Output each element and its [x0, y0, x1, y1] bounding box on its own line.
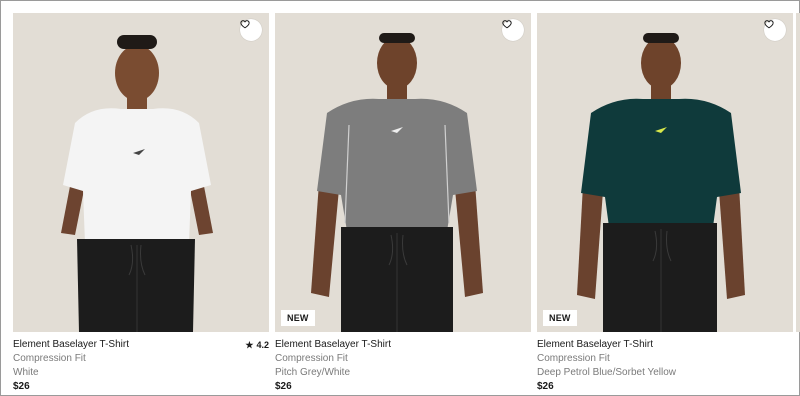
product-name[interactable]: Element Baselayer T-Shirt	[537, 338, 793, 352]
product-card[interactable]: NEW Element Baselayer T-Shirt Compressio…	[275, 13, 531, 394]
next-product-image-peek	[796, 13, 800, 332]
new-badge: NEW	[543, 310, 577, 326]
product-fit: Compression Fit	[275, 353, 348, 364]
product-rating: ★ 4.2	[245, 338, 269, 352]
product-name[interactable]: Element Baselayer T-Shirt	[13, 338, 269, 352]
product-image[interactable]: NEW	[537, 13, 793, 332]
wishlist-button[interactable]	[764, 19, 786, 41]
new-badge: NEW	[281, 310, 315, 326]
product-color: Deep Petrol Blue/Sorbet Yellow	[537, 367, 676, 378]
product-price: $26	[275, 381, 292, 392]
product-image[interactable]	[13, 13, 269, 332]
product-fit: Compression Fit	[13, 353, 86, 364]
rating-value: 4.2	[256, 340, 269, 350]
product-color: White	[13, 367, 39, 378]
product-fit: Compression Fit	[537, 353, 610, 364]
product-color: Pitch Grey/White	[275, 367, 351, 378]
product-info: Element Baselayer T-Shirt Compression Fi…	[275, 332, 531, 394]
wishlist-button[interactable]	[240, 19, 262, 41]
product-price: $26	[13, 381, 30, 392]
product-card[interactable]: NEW Element Baselayer T-Shirt Compressio…	[537, 13, 793, 394]
product-name[interactable]: Element Baselayer T-Shirt	[275, 338, 531, 352]
product-grid: Element Baselayer T-Shirt Compression Fi…	[13, 13, 793, 394]
star-icon: ★	[245, 340, 254, 350]
product-card[interactable]: Element Baselayer T-Shirt Compression Fi…	[13, 13, 269, 394]
product-info: Element Baselayer T-Shirt Compression Fi…	[13, 332, 269, 394]
product-image[interactable]: NEW	[275, 13, 531, 332]
wishlist-button[interactable]	[502, 19, 524, 41]
product-info: Element Baselayer T-Shirt Compression Fi…	[537, 332, 793, 394]
product-price: $26	[537, 381, 554, 392]
